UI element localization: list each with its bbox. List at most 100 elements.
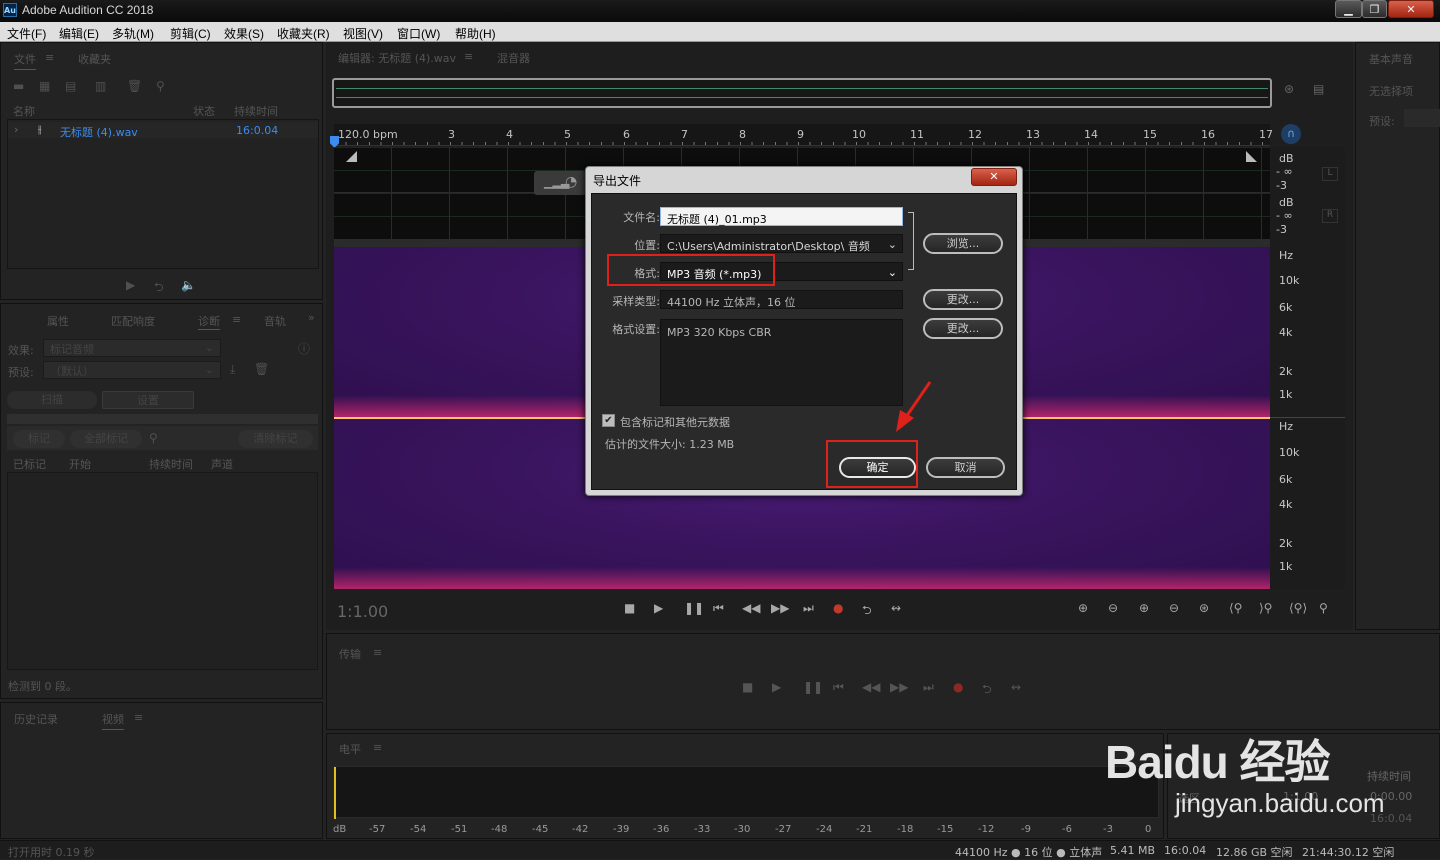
browse-button[interactable]: 浏览... — [923, 233, 1003, 254]
search-icon[interactable]: ⚲ — [156, 79, 165, 93]
skip-icon[interactable]: ↭ — [891, 601, 901, 615]
overview-bar[interactable] — [332, 78, 1272, 108]
play-icon[interactable]: ▶ — [654, 601, 663, 615]
zoom-in-amplitude-icon[interactable]: ⊕ — [1078, 601, 1088, 615]
zoom-in-start-icon[interactable]: ⟨⚲ — [1229, 601, 1242, 615]
menu-clip[interactable]: 剪辑(C) — [170, 25, 211, 42]
zoom-icon[interactable]: ⚲ — [149, 431, 158, 445]
col-name[interactable]: 名称 — [13, 103, 35, 119]
hud-volume[interactable]: ▁▂▃ ◔ — [534, 171, 586, 195]
tab-tracks[interactable]: 音轨 — [264, 313, 286, 329]
spectral-toggle-icon[interactable]: ▤ — [1313, 82, 1324, 96]
col-duration[interactable]: 持续时间 — [149, 456, 193, 472]
zoom-out-amplitude-icon[interactable]: ⊖ — [1108, 601, 1118, 615]
menu-edit[interactable]: 编辑(E) — [59, 25, 99, 42]
timeline-ruler[interactable]: 120.0 bpm 3 4 5 6 7 8 9 10 11 12 13 14 1… — [334, 124, 1273, 146]
skip-start-icon[interactable]: ⏮ — [713, 601, 724, 616]
preset-select[interactable] — [1404, 109, 1440, 127]
tab-files[interactable]: 文件 — [14, 51, 36, 70]
play-icon[interactable]: ▶ — [772, 680, 781, 694]
fast-forward-icon[interactable]: ▶▶ — [890, 680, 908, 694]
pause-icon[interactable]: ❚❚ — [684, 601, 704, 615]
pause-icon[interactable]: ❚❚ — [803, 680, 823, 694]
new-file-icon[interactable]: ▤ — [65, 79, 76, 93]
info-icon[interactable]: ⓘ — [298, 340, 310, 357]
menu-help[interactable]: 帮助(H) — [455, 25, 496, 42]
headphone-icon[interactable]: ∩ — [1281, 124, 1301, 144]
editor-tab[interactable]: 编辑器: 无标题 (4).wav — [338, 50, 456, 66]
dialog-close-button[interactable]: ✕ — [971, 168, 1017, 186]
skip-end-icon[interactable]: ⏭ — [923, 680, 934, 695]
maximize-button[interactable]: ❐ — [1362, 0, 1387, 18]
free-time: 21:44:30.12 空闲 — [1302, 846, 1395, 859]
divider-handle[interactable] — [7, 414, 318, 424]
delete-icon[interactable]: 🗑 — [127, 79, 142, 93]
zoom-time-icon[interactable]: ⚲ — [1319, 601, 1328, 615]
location-select[interactable]: C:\Users\Administrator\Desktop\ 音频 ⌄ — [660, 234, 903, 253]
col-duration[interactable]: 持续时间 — [234, 103, 278, 119]
col-channel[interactable]: 声道 — [211, 456, 233, 472]
skip-start-icon[interactable]: ⏮ — [833, 680, 844, 695]
record-icon[interactable]: ● — [953, 680, 963, 694]
effect-select[interactable]: 标记音频 ⌄ — [43, 339, 221, 357]
record-icon[interactable]: ● — [833, 601, 843, 615]
menu-favorites[interactable]: 收藏夹(R) — [277, 25, 330, 42]
change-sample-button[interactable]: 更改... — [923, 289, 1003, 310]
menu-file[interactable]: 文件(F) — [7, 25, 46, 42]
close-button[interactable]: ✕ — [1388, 0, 1434, 18]
skip-icon[interactable]: ↭ — [1011, 680, 1021, 694]
channel-left-button[interactable]: L — [1322, 167, 1338, 181]
insert-icon[interactable]: ▥ — [95, 79, 106, 93]
tab-favorites[interactable]: 收藏夹 — [78, 51, 111, 67]
mark-button[interactable]: 标记 — [13, 430, 65, 448]
play-icon[interactable]: ▶ — [126, 278, 135, 292]
zoom-target-icon[interactable]: ⊛ — [1284, 82, 1294, 96]
zoom-out-time-icon[interactable]: ⊖ — [1169, 601, 1179, 615]
delete-preset-icon[interactable]: 🗑 — [254, 362, 269, 376]
fast-forward-icon[interactable]: ▶▶ — [771, 601, 789, 615]
loop-icon[interactable]: ⮌ — [982, 680, 992, 701]
clear-marks-button[interactable]: 清除标记 — [238, 430, 313, 448]
rewind-icon[interactable]: ◀◀ — [742, 601, 760, 615]
cancel-button[interactable]: 取消 — [926, 457, 1005, 478]
stop-icon[interactable]: ■ — [624, 601, 635, 615]
preset-select[interactable]: （默认） ⌄ — [43, 361, 221, 379]
menu-window[interactable]: 窗口(W) — [397, 25, 440, 42]
loop-icon[interactable]: ⮌ — [862, 601, 872, 622]
tab-diagnostics[interactable]: 诊断 — [198, 313, 220, 330]
col-marked[interactable]: 已标记 — [13, 456, 46, 472]
import-icon[interactable]: ▦ — [39, 79, 50, 93]
mark-all-button[interactable]: 全部标记 — [70, 430, 142, 448]
loop-icon[interactable]: ⮌ — [154, 278, 164, 299]
change-format-settings-button[interactable]: 更改... — [923, 318, 1003, 339]
scan-button[interactable]: 扫描 — [7, 391, 97, 409]
menu-view[interactable]: 视图(V) — [343, 25, 383, 42]
menu-effects[interactable]: 效果(S) — [224, 25, 264, 42]
settings-button[interactable]: 设置 — [102, 391, 194, 409]
menu-multitrack[interactable]: 多轨(M) — [112, 25, 154, 42]
tab-match-loudness[interactable]: 匹配响度 — [111, 313, 155, 329]
zoom-in-time-icon[interactable]: ⊕ — [1139, 601, 1149, 615]
zoom-in-end-icon[interactable]: ⟩⚲ — [1259, 601, 1272, 615]
open-file-icon[interactable]: ▬ — [13, 79, 24, 93]
file-row[interactable]: › ⫲ 无标题 (4).wav 16:0.04 — [8, 122, 318, 139]
filename-input[interactable]: 无标题 (4)_01.mp3 — [660, 207, 903, 226]
skip-end-icon[interactable]: ⏭ — [803, 601, 814, 616]
tick-label: 14 — [1084, 128, 1098, 141]
col-status[interactable]: 状态 — [193, 103, 215, 119]
rewind-icon[interactable]: ◀◀ — [862, 680, 880, 694]
save-preset-icon[interactable]: ⤓ — [230, 362, 235, 377]
mixer-tab[interactable]: 混音器 — [497, 50, 530, 66]
tab-history[interactable]: 历史记录 — [14, 711, 58, 727]
zoom-selection-icon[interactable]: ⟨⚲⟩ — [1289, 601, 1307, 615]
overflow-icon[interactable]: » — [308, 311, 315, 324]
stop-icon[interactable]: ■ — [742, 680, 753, 694]
minimize-button[interactable]: ▁ — [1335, 0, 1362, 18]
tab-video[interactable]: 视频 — [102, 711, 124, 730]
include-markers-checkbox[interactable]: ✔ — [602, 414, 615, 427]
zoom-full-icon[interactable]: ⊛ — [1199, 601, 1209, 615]
autoplay-icon[interactable]: 🔈 — [181, 278, 196, 292]
tab-properties[interactable]: 属性 — [47, 313, 69, 329]
channel-right-button[interactable]: R — [1322, 209, 1338, 223]
col-start[interactable]: 开始 — [69, 456, 91, 472]
